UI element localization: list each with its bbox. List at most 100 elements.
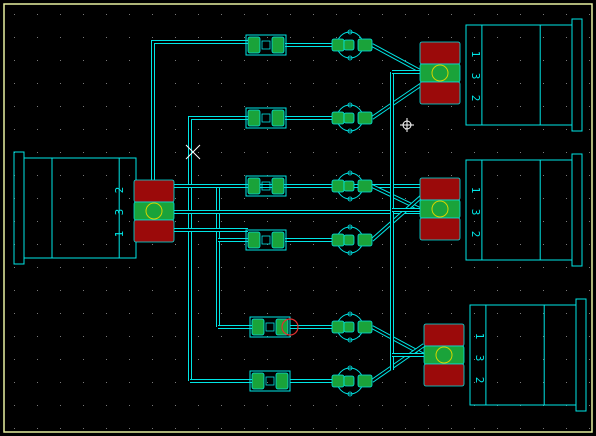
grid-dot xyxy=(451,244,452,245)
silkscreen xyxy=(13,18,587,412)
grid-dot xyxy=(175,175,176,176)
resistor-pad xyxy=(275,372,289,390)
transistor-pad-base xyxy=(331,179,345,193)
grid-dot xyxy=(428,175,429,176)
grid-dot xyxy=(106,221,107,222)
grid-dot xyxy=(313,428,314,429)
grid-dot xyxy=(566,175,567,176)
grid-dot xyxy=(175,83,176,84)
grid-dot xyxy=(37,382,38,383)
grid-dot xyxy=(474,313,475,314)
grid-dot xyxy=(175,198,176,199)
grid-dot xyxy=(566,313,567,314)
pin-label: 3 xyxy=(469,73,482,80)
grid-dot xyxy=(244,37,245,38)
grid-dot xyxy=(60,14,61,15)
grid-dot xyxy=(83,198,84,199)
grid-dot xyxy=(152,290,153,291)
grid-dot xyxy=(175,382,176,383)
grid-dot xyxy=(290,290,291,291)
grid-dot xyxy=(313,198,314,199)
pin-label: 2 xyxy=(113,187,126,194)
grid-dot xyxy=(129,336,130,337)
grid-dot xyxy=(106,14,107,15)
grid-dot xyxy=(267,129,268,130)
grid-dot xyxy=(336,152,337,153)
grid-dot xyxy=(175,60,176,61)
grid-dot xyxy=(382,428,383,429)
grid-dot xyxy=(244,244,245,245)
grid-dot xyxy=(14,359,15,360)
grid-dot xyxy=(244,267,245,268)
grid-dot xyxy=(221,313,222,314)
grid-dot xyxy=(175,129,176,130)
grid-dot xyxy=(497,428,498,429)
grid-dot xyxy=(267,106,268,107)
grid-dot xyxy=(451,313,452,314)
grid-dot xyxy=(451,267,452,268)
grid-dot xyxy=(405,83,406,84)
grid-dot xyxy=(428,313,429,314)
pcb-layout-canvas[interactable]: 2 3 1 1 3 2 1 3 2 1 3 2 xyxy=(0,0,596,436)
grid-dot xyxy=(497,37,498,38)
grid-dot xyxy=(474,83,475,84)
grid-dot xyxy=(83,129,84,130)
grid-dot xyxy=(14,382,15,383)
grid-dot xyxy=(152,428,153,429)
grid-dot xyxy=(83,244,84,245)
trace-inner xyxy=(217,185,248,327)
trace-inner xyxy=(152,41,248,186)
grid-dot xyxy=(129,198,130,199)
connector-body xyxy=(469,298,587,412)
grid-dot xyxy=(152,14,153,15)
grid-dot xyxy=(244,221,245,222)
grid-dot xyxy=(428,14,429,15)
grid-dot xyxy=(543,152,544,153)
grid-dot xyxy=(520,83,521,84)
grid-dot xyxy=(543,267,544,268)
pin-label: 1 xyxy=(469,187,482,194)
grid-dot xyxy=(474,221,475,222)
grid-dot xyxy=(382,175,383,176)
grid-dot xyxy=(106,83,107,84)
grid-dot xyxy=(313,14,314,15)
grid-dot xyxy=(198,60,199,61)
grid-dot xyxy=(474,198,475,199)
grid-dot xyxy=(37,405,38,406)
grid-dot xyxy=(221,60,222,61)
grid-dot xyxy=(336,428,337,429)
grid-dot xyxy=(566,129,567,130)
grid-dot xyxy=(497,175,498,176)
grid-dot xyxy=(175,336,176,337)
resistor-pad xyxy=(271,231,285,249)
resistor-pad xyxy=(271,109,285,127)
trace xyxy=(151,40,248,186)
grid-dot xyxy=(83,336,84,337)
grid-dot xyxy=(336,83,337,84)
grid-dot xyxy=(83,267,84,268)
grid-dot xyxy=(152,37,153,38)
grid-dot xyxy=(175,405,176,406)
grid-dot xyxy=(543,83,544,84)
grid-dot xyxy=(382,336,383,337)
grid-dot xyxy=(451,14,452,15)
resistor-pad xyxy=(247,177,261,195)
grid-dot xyxy=(497,267,498,268)
grid-dot xyxy=(497,198,498,199)
grid-dot xyxy=(175,359,176,360)
grid-dot xyxy=(336,405,337,406)
grid-dot xyxy=(336,313,337,314)
grid-dot xyxy=(566,221,567,222)
j4-pad-mid xyxy=(423,345,465,365)
grid-dot xyxy=(221,336,222,337)
grid-dot xyxy=(497,221,498,222)
grid-dot xyxy=(198,152,199,153)
grid-dot xyxy=(313,313,314,314)
grid-dot xyxy=(244,14,245,15)
grid-dot xyxy=(589,60,590,61)
grid-dot xyxy=(589,382,590,383)
grid-dot xyxy=(290,428,291,429)
grid-dot xyxy=(543,198,544,199)
grid-dot xyxy=(60,221,61,222)
grid-dot xyxy=(336,198,337,199)
